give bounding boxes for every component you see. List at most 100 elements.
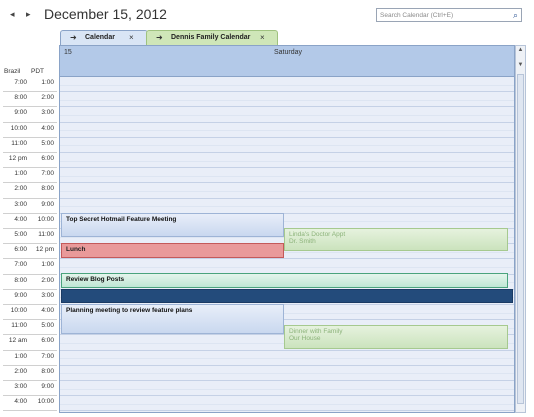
tab-calendar[interactable]: ➜ Calendar × <box>60 30 148 45</box>
close-icon[interactable]: × <box>260 33 265 42</box>
time-label-brazil: 1:00 <box>14 352 27 360</box>
time-label-brazil: 4:00 <box>14 215 27 223</box>
time-label-brazil: 4:00 <box>14 398 27 406</box>
appointment-lunch[interactable]: Lunch <box>61 243 284 258</box>
appointment-location: Dr. Smith <box>289 238 316 245</box>
arrow-right-icon[interactable]: ➜ <box>156 33 163 42</box>
hour-line <box>60 258 514 260</box>
day-name: Saturday <box>274 49 303 56</box>
hour-line <box>60 410 514 412</box>
appointment-secret-meeting[interactable]: Top Secret Hotmail Feature Meeting <box>61 213 284 237</box>
half-hour-line <box>60 130 514 132</box>
selected-time-slot[interactable] <box>61 289 513 303</box>
hour-line <box>60 364 514 366</box>
time-label-pdt: 10:00 <box>37 398 54 406</box>
gutter-divider <box>3 167 57 169</box>
gutter-divider <box>3 228 57 229</box>
gutter-divider <box>3 304 57 305</box>
time-label-pdt: 6:00 <box>41 337 54 345</box>
tab-dennis-family-calendar[interactable]: ➜ Dennis Family Calendar × <box>146 30 278 45</box>
appointment-title: Planning meeting to review feature plans <box>66 307 193 314</box>
next-day-button[interactable]: ▸ <box>26 9 31 20</box>
half-hour-line <box>60 388 514 390</box>
time-label-brazil: 11:00 <box>11 322 27 330</box>
appointment-planning-meeting[interactable]: Planning meeting to review feature plans <box>61 304 284 334</box>
time-label-pdt: 5:00 <box>41 322 54 330</box>
gutter-divider <box>3 136 57 138</box>
time-label-pdt: 4:00 <box>41 124 54 132</box>
half-hour-line <box>60 145 514 147</box>
half-hour-line <box>60 191 514 192</box>
gutter-divider <box>3 91 57 93</box>
arrow-right-icon[interactable]: ➜ <box>70 33 77 42</box>
hour-line <box>60 349 514 351</box>
time-label-pdt: 7:00 <box>41 170 54 178</box>
appointment-doctor[interactable]: Linda's Doctor Appt Dr. Smith <box>284 228 508 251</box>
tab-dennis-label: Dennis Family Calendar <box>171 34 251 41</box>
close-icon[interactable]: × <box>129 33 134 42</box>
time-label-brazil: 1:00 <box>14 170 27 178</box>
half-hour-line <box>60 403 514 405</box>
timezone-label-brazil: Brazil <box>4 68 21 75</box>
time-label-pdt: 3:00 <box>41 291 54 299</box>
gutter-divider <box>3 364 57 366</box>
previous-day-button[interactable]: ◂ <box>10 9 15 20</box>
scrollbar-thumb[interactable] <box>517 74 524 404</box>
appointment-review-blog-posts[interactable]: Review Blog Posts <box>61 273 508 288</box>
time-label-pdt: 8:00 <box>41 367 54 375</box>
time-label-brazil: 2:00 <box>14 185 27 193</box>
gutter-divider <box>3 288 57 290</box>
time-label-pdt: 6:00 <box>41 155 54 162</box>
time-label-pdt: 9:00 <box>41 200 54 208</box>
date-title: December 15, 2012 <box>44 6 167 22</box>
vertical-scrollbar[interactable]: ▲ ▼ <box>515 45 526 413</box>
gutter-divider <box>3 212 57 214</box>
scroll-down-icon[interactable]: ▼ <box>516 62 525 72</box>
gutter-divider <box>3 197 57 199</box>
day-number: 15 <box>64 49 72 56</box>
time-label-brazil: 7:00 <box>14 261 27 269</box>
half-hour-line <box>60 267 514 268</box>
time-label-brazil: 3:00 <box>14 383 27 390</box>
gutter-divider <box>3 334 57 336</box>
time-label-brazil: 11:00 <box>11 139 27 147</box>
half-hour-line <box>60 160 514 162</box>
time-label-pdt: 1:00 <box>41 261 54 269</box>
gutter-divider <box>3 258 57 260</box>
half-hour-line <box>60 358 514 360</box>
time-label-pdt: 8:00 <box>41 185 54 193</box>
time-label-brazil: 3:00 <box>14 200 27 208</box>
time-label-brazil: 12 am <box>8 337 27 345</box>
time-label-pdt: 5:00 <box>41 139 54 147</box>
time-label-brazil: 8:00 <box>14 94 27 102</box>
hour-line <box>60 167 514 169</box>
search-icon[interactable]: ⌕ <box>513 10 518 21</box>
day-header[interactable]: 15 Saturday <box>60 46 514 77</box>
appointment-title: Dinner with Family <box>289 328 343 335</box>
gutter-divider <box>3 106 57 108</box>
time-label-brazil: 2:00 <box>14 367 27 375</box>
gutter-divider <box>3 319 57 321</box>
appointment-title: Top Secret Hotmail Feature Meeting <box>66 216 177 223</box>
time-label-pdt: 10:00 <box>37 215 54 223</box>
timezone-label-pdt: PDT <box>31 68 44 75</box>
hour-line <box>60 152 514 153</box>
half-hour-line <box>60 175 514 177</box>
appointment-dinner[interactable]: Dinner with Family Our House <box>284 325 508 349</box>
time-label-brazil: 10:00 <box>10 307 27 314</box>
gutter-divider <box>3 273 57 275</box>
hour-line <box>60 121 514 123</box>
half-hour-line <box>60 373 514 375</box>
tab-calendar-label: Calendar <box>85 34 115 41</box>
hour-line <box>60 395 514 397</box>
appointment-title: Review Blog Posts <box>66 276 125 283</box>
time-label-pdt: 3:00 <box>41 109 54 117</box>
scroll-up-icon[interactable]: ▲ <box>516 47 525 57</box>
hour-line <box>60 106 514 108</box>
time-label-brazil: 6:00 <box>14 246 27 254</box>
time-label-brazil: 10:00 <box>10 124 27 132</box>
time-label-pdt: 4:00 <box>41 307 54 314</box>
time-label-brazil: 9:00 <box>14 291 27 299</box>
search-calendar-input[interactable]: Search Calendar (Ctrl+E) ⌕ <box>376 8 522 22</box>
gutter-divider <box>3 152 57 153</box>
